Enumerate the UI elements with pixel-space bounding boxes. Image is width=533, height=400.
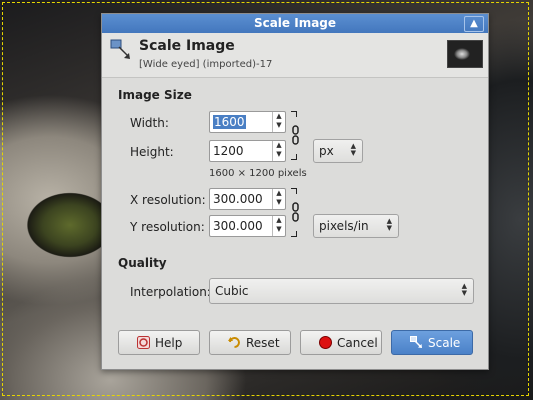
y-resolution-spinbutton[interactable]: 300.000 ▲ ▼: [209, 215, 286, 237]
y-resolution-stepper-icon[interactable]: ▲ ▼: [272, 216, 285, 236]
size-chain-icon[interactable]: [290, 111, 304, 160]
size-unit-value: px: [319, 144, 334, 158]
reset-button-label: Reset: [246, 336, 280, 350]
x-resolution-label: X resolution:: [130, 193, 206, 207]
width-value[interactable]: 1600: [213, 115, 246, 129]
scale-button-label: Scale: [428, 336, 461, 350]
y-resolution-label: Y resolution:: [130, 220, 205, 234]
width-label: Width:: [130, 116, 169, 130]
x-resolution-value[interactable]: 300.000: [213, 192, 263, 206]
image-size-heading: Image Size: [118, 88, 192, 102]
scale-image-dialog: Scale Image ▲ Scale Image [Wide eyed] (i…: [101, 13, 489, 370]
unit-updown-icon: ▲ ▼: [350, 142, 356, 157]
resolution-unit-value: pixels/in: [319, 219, 369, 233]
interp-updown-icon: ▲ ▼: [461, 282, 467, 297]
quality-heading: Quality: [118, 256, 167, 270]
x-resolution-stepper-icon[interactable]: ▲ ▼: [272, 189, 285, 209]
cancel-button[interactable]: Cancel: [300, 330, 382, 355]
size-unit-select[interactable]: px ▲ ▼: [313, 139, 363, 163]
res-unit-updown-icon: ▲ ▼: [386, 217, 392, 232]
resolution-unit-select[interactable]: pixels/in ▲ ▼: [313, 214, 399, 238]
dialog-titlebar[interactable]: Scale Image ▲: [102, 14, 488, 33]
reset-icon: [228, 337, 240, 348]
height-spinbutton[interactable]: 1200 ▲ ▼: [209, 140, 286, 162]
height-stepper-icon[interactable]: ▲ ▼: [272, 141, 285, 161]
help-button[interactable]: Help: [118, 330, 200, 355]
image-thumbnail: [447, 40, 483, 68]
help-button-label: Help: [155, 336, 183, 350]
help-icon: [137, 336, 150, 349]
dialog-header: Scale Image [Wide eyed] (imported)-17: [102, 33, 488, 78]
reset-button[interactable]: Reset: [209, 330, 291, 355]
collapse-up-icon[interactable]: ▲: [464, 16, 484, 32]
window-title: Scale Image: [253, 16, 337, 30]
cancel-button-label: Cancel: [337, 336, 378, 350]
y-resolution-value[interactable]: 300.000: [213, 219, 263, 233]
interpolation-label: Interpolation:: [130, 285, 211, 299]
scale-icon: [410, 336, 422, 348]
cancel-icon: [319, 336, 332, 349]
width-stepper-icon[interactable]: ▲ ▼: [272, 112, 285, 132]
header-subtitle: [Wide eyed] (imported)-17: [139, 59, 273, 70]
resolution-chain-icon[interactable]: [290, 188, 304, 237]
x-resolution-spinbutton[interactable]: 300.000 ▲ ▼: [209, 188, 286, 210]
scale-tool-icon: [110, 39, 130, 59]
interpolation-select[interactable]: Cubic ▲ ▼: [209, 278, 474, 304]
width-spinbutton[interactable]: 1600 ▲ ▼: [209, 111, 286, 133]
interpolation-value: Cubic: [215, 284, 249, 298]
height-label: Height:: [130, 145, 174, 159]
height-value[interactable]: 1200: [213, 144, 244, 158]
pixel-dimensions-text: 1600 × 1200 pixels: [209, 168, 307, 179]
scale-button[interactable]: Scale: [391, 330, 473, 355]
header-title: Scale Image: [139, 38, 235, 54]
